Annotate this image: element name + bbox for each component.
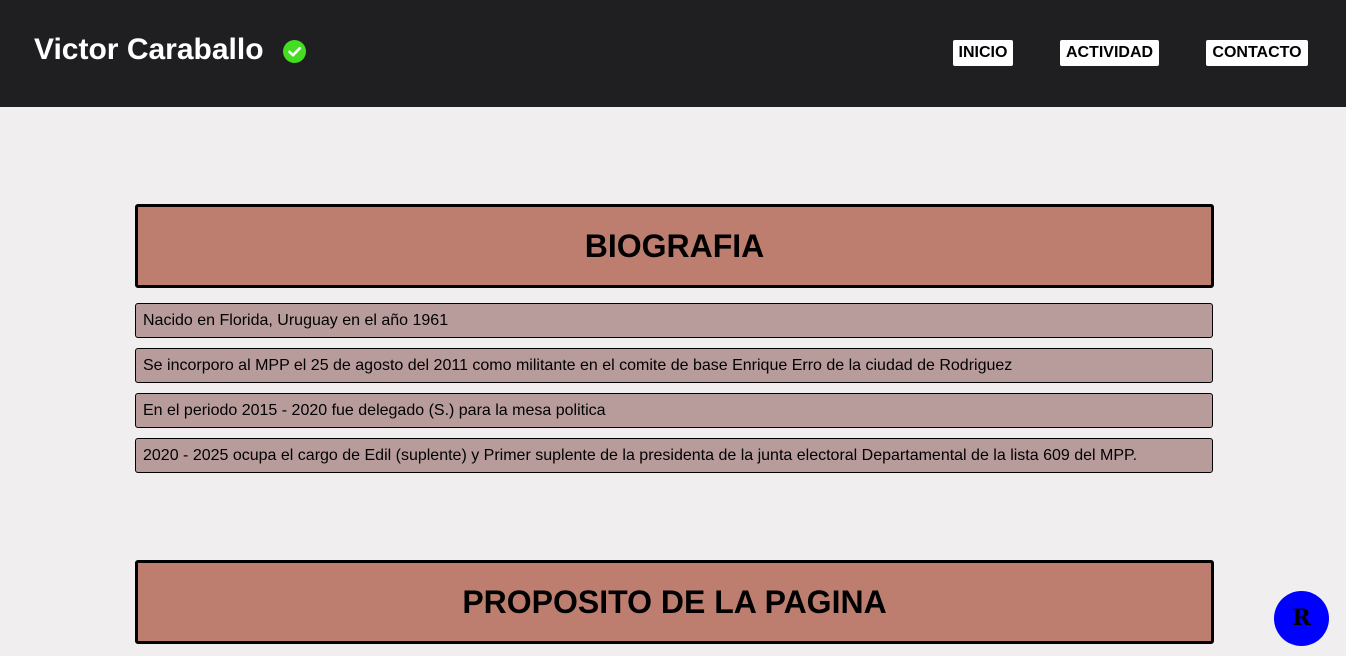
- check-circle-icon: [283, 40, 306, 63]
- bio-item: Se incorporo al MPP el 25 de agosto del …: [135, 348, 1213, 383]
- bio-item: Nacido en Florida, Uruguay en el año 196…: [135, 303, 1213, 338]
- site-title: Victor Caraballo: [34, 33, 264, 66]
- biografia-heading: BIOGRAFIA: [135, 204, 1214, 288]
- bio-item: 2020 - 2025 ocupa el cargo de Edil (supl…: [135, 438, 1213, 473]
- nav-contacto-button[interactable]: CONTACTO: [1206, 40, 1308, 66]
- nav-actividad-button[interactable]: ACTIVIDAD: [1060, 40, 1159, 66]
- proposito-heading: PROPOSITO DE LA PAGINA: [135, 560, 1214, 644]
- bio-item: En el periodo 2015 - 2020 fue delegado (…: [135, 393, 1213, 428]
- nav-inicio-button[interactable]: INICIO: [953, 40, 1013, 66]
- site-header: Victor Caraballo INICIO ACTIVIDAD CONTAC…: [0, 0, 1346, 107]
- floating-action-button[interactable]: R: [1274, 591, 1329, 646]
